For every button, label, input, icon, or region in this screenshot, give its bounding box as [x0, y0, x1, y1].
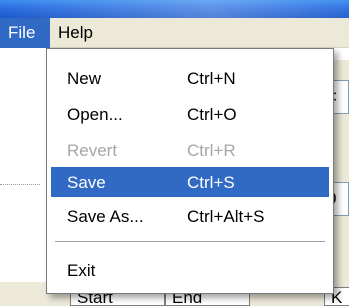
menu-item-shortcut: Ctrl+Alt+S — [187, 207, 265, 226]
menu-item-shortcut: Ctrl+O — [187, 105, 237, 124]
menu-item-shortcut: Ctrl+S — [187, 173, 235, 192]
menu-item-label: Revert — [67, 141, 118, 160]
menu-item-exit[interactable]: Exit — [51, 255, 329, 285]
menu-item-open[interactable]: Open... Ctrl+O — [51, 99, 329, 129]
menu-item-label: Save As... — [67, 207, 144, 226]
menu-item-label: Save — [67, 173, 106, 192]
menu-item-label: Exit — [67, 261, 96, 280]
menu-separator — [55, 241, 325, 242]
menu-bar: File Help — [0, 18, 349, 48]
menu-item-shortcut: Ctrl+R — [187, 141, 236, 160]
menu-item-new[interactable]: New Ctrl+N — [51, 63, 329, 93]
menu-help[interactable]: Help — [50, 18, 101, 48]
title-bar-gradient — [0, 0, 349, 18]
dotted-divider — [0, 184, 40, 185]
menu-file[interactable]: File — [0, 18, 50, 48]
menu-item-shortcut: Ctrl+N — [187, 69, 236, 88]
menu-item-label: Open... — [67, 105, 123, 124]
menu-item-label: New — [67, 69, 102, 88]
menu-item-save-as[interactable]: Save As... Ctrl+Alt+S — [51, 201, 329, 231]
menu-item-save[interactable]: Save Ctrl+S — [51, 167, 329, 197]
menu-item-revert: Revert Ctrl+R — [51, 135, 329, 165]
window-title-bar[interactable] — [0, 0, 349, 18]
file-menu-dropdown: New Ctrl+N Open... Ctrl+O Revert Ctrl+R … — [46, 48, 334, 294]
